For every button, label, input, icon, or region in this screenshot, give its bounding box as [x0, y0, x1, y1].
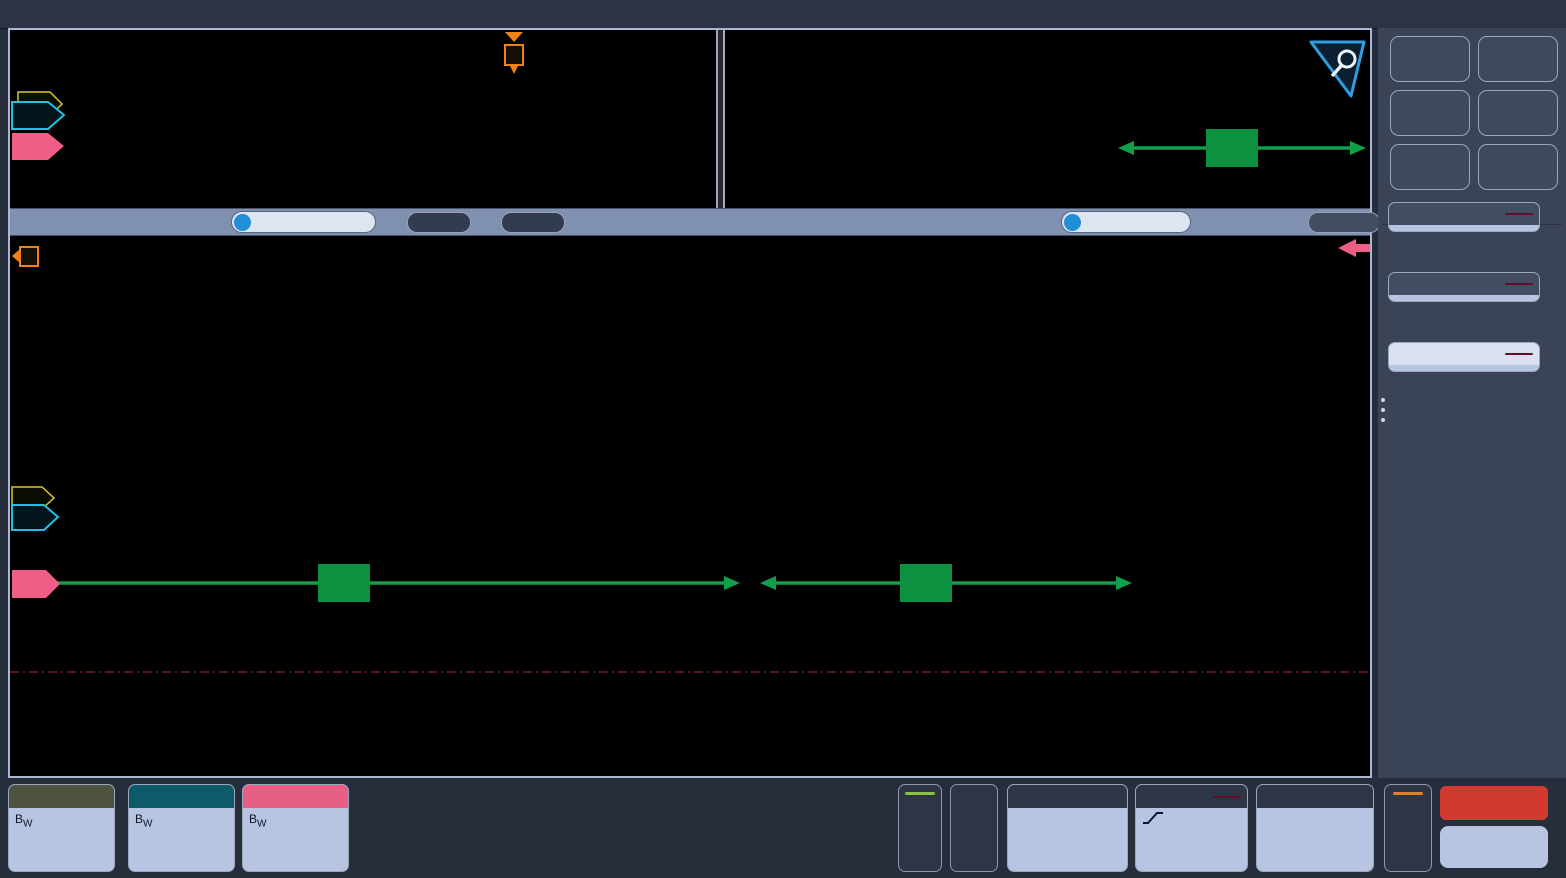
panel-drag-handle[interactable] [1379, 398, 1387, 422]
trigger-level-arrow[interactable] [1338, 239, 1370, 257]
t3-annotation [1118, 129, 1366, 167]
zoom-out-button[interactable] [501, 212, 565, 233]
ch1-badge[interactable]: BW [8, 784, 115, 872]
rising-edge-icon [1142, 811, 1164, 825]
t2-annotation [760, 564, 1132, 602]
ch2-badge[interactable]: BW [128, 784, 235, 872]
measurement-badge-1[interactable] [1388, 202, 1540, 232]
measurement-badge-8[interactable] [1388, 342, 1540, 372]
measure-button[interactable] [1478, 36, 1558, 82]
main-ch3-tag[interactable] [12, 570, 60, 598]
cursors-button[interactable] [1390, 36, 1470, 82]
search-button[interactable] [1390, 90, 1470, 136]
zoom-scale-bar [10, 208, 1370, 236]
zoom-close-button[interactable] [1308, 212, 1380, 233]
digital-accent-line [905, 792, 935, 795]
knob-b-icon [1064, 214, 1081, 231]
main-ch2-tag[interactable] [12, 505, 58, 530]
trigger-source-badge [1213, 796, 1241, 798]
datetime-display [1440, 826, 1548, 868]
preview-button[interactable] [1440, 786, 1548, 820]
measurement-badge-7[interactable] [1388, 272, 1540, 302]
zoom-overview [10, 30, 1370, 208]
overview-ch3-tag[interactable] [12, 133, 64, 160]
main-waveform-view [10, 236, 1370, 776]
digital-channel-badge[interactable] [898, 784, 942, 872]
rf-accent-line [1393, 792, 1423, 795]
acquisition-badge[interactable] [1256, 784, 1374, 872]
source-badge [1505, 213, 1533, 215]
zoom-position-control[interactable] [1061, 211, 1191, 233]
trigger-badge[interactable] [1135, 784, 1248, 872]
main-trigger-marker[interactable] [12, 247, 38, 266]
draw-box-zoom-button[interactable] [1390, 144, 1470, 190]
math-ref-bus-button[interactable] [950, 784, 998, 872]
zoom-box[interactable] [717, 30, 725, 208]
ch3-badge[interactable]: BW [242, 784, 349, 872]
right-sidebar [1378, 28, 1566, 778]
menu-bar [0, 0, 1566, 29]
zoom-in-button[interactable] [407, 212, 471, 233]
more-button[interactable] [1478, 144, 1558, 190]
rf-badge[interactable] [1384, 784, 1432, 872]
trigger-position-marker[interactable] [505, 32, 523, 74]
zoom-scale-control[interactable] [231, 211, 376, 233]
results-table-button[interactable] [1478, 90, 1558, 136]
t1-annotation [24, 564, 740, 602]
source-badge [1505, 283, 1533, 285]
waveform-display [8, 28, 1372, 778]
horizontal-badge[interactable] [1007, 784, 1128, 872]
knob-a-icon [234, 214, 251, 231]
source-badge [1505, 353, 1533, 355]
zoom-magnifier-icon[interactable] [1311, 42, 1364, 96]
